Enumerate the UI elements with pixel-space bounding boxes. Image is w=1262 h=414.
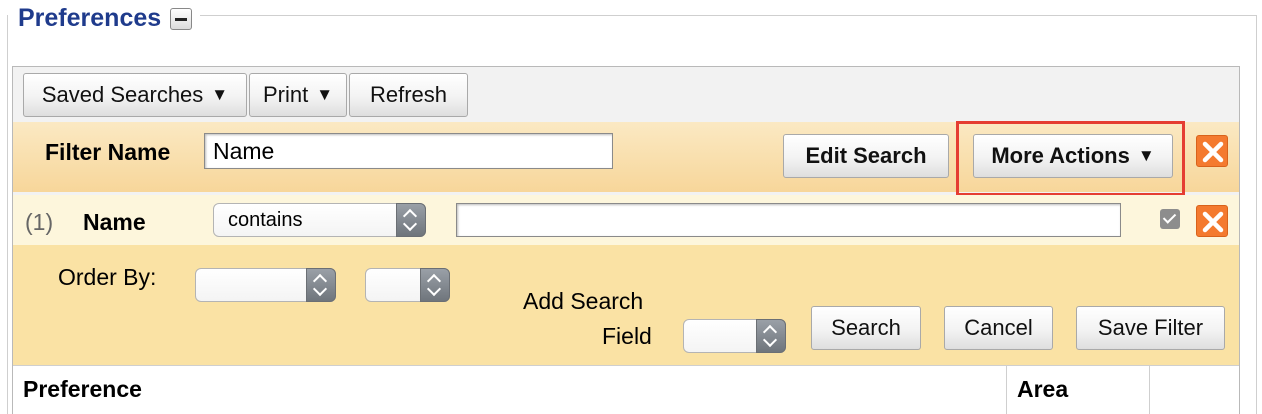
print-label: Print <box>262 82 309 107</box>
remove-criteria-close-icon[interactable] <box>1196 205 1228 237</box>
operator-select[interactable]: contains <box>213 203 426 237</box>
remove-filter-close-icon[interactable] <box>1196 135 1228 167</box>
edit-search-button[interactable]: Edit Search <box>783 134 949 178</box>
save-filter-button[interactable]: Save Filter <box>1076 306 1225 350</box>
order-direction-select[interactable] <box>365 268 450 302</box>
criteria-enabled-checkbox[interactable] <box>1160 209 1180 229</box>
column-header-area[interactable]: Area <box>1017 374 1068 404</box>
saved-searches-label: Saved Searches <box>41 82 204 107</box>
add-search-field-select[interactable] <box>683 319 786 353</box>
saved-searches-button[interactable]: Saved Searches ▼ <box>23 73 247 117</box>
updown-chevron-icon <box>306 268 336 302</box>
collapse-minus-icon[interactable] <box>170 8 192 30</box>
filter-name-input[interactable]: Name <box>204 133 613 169</box>
search-button[interactable]: Search <box>811 306 921 350</box>
column-divider <box>1006 365 1007 414</box>
criteria-field-label: Name <box>83 209 146 235</box>
order-field-select[interactable] <box>195 268 336 302</box>
cancel-button[interactable]: Cancel <box>944 306 1053 350</box>
criteria-index: (1) <box>25 209 54 235</box>
criteria-value-input[interactable] <box>456 203 1121 237</box>
filter-name-label: Filter Name <box>45 139 171 165</box>
preferences-legend: Preferences <box>18 4 162 32</box>
more-actions-highlight <box>956 121 1185 196</box>
column-header-preference[interactable]: Preference <box>23 374 142 404</box>
updown-chevron-icon <box>420 268 450 302</box>
fieldset-border-right <box>1256 15 1257 414</box>
updown-chevron-icon <box>756 319 786 353</box>
caret-down-icon: ▼ <box>211 85 229 104</box>
caret-down-icon: ▼ <box>316 85 334 104</box>
fieldset-border-top <box>200 15 1256 16</box>
add-search-field-label-line1: Add Search <box>523 288 644 314</box>
add-search-field-label-line2: Field <box>602 323 652 349</box>
refresh-button[interactable]: Refresh <box>349 73 468 117</box>
print-button[interactable]: Print ▼ <box>249 73 347 117</box>
operator-value: contains <box>228 208 303 231</box>
order-by-label: Order By: <box>58 264 157 290</box>
updown-chevron-icon <box>396 203 426 237</box>
fieldset-border-left <box>7 15 8 414</box>
column-divider <box>1149 365 1150 414</box>
